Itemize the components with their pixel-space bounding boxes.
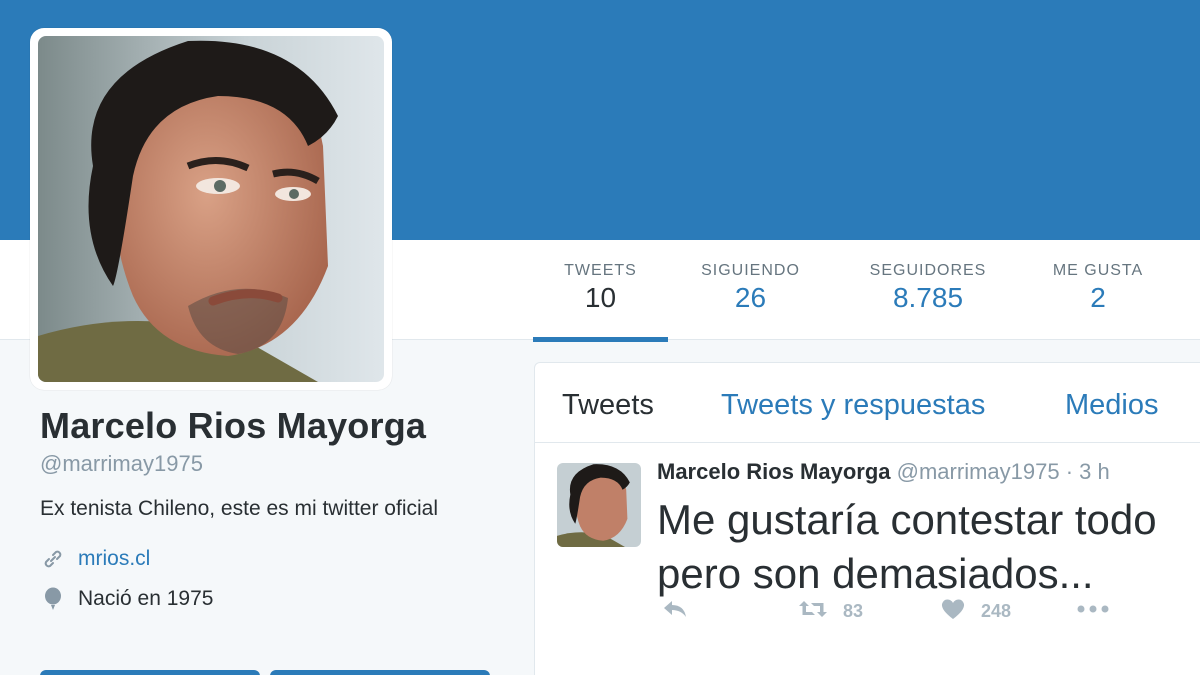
tweet-avatar[interactable] bbox=[557, 463, 641, 547]
stat-value: 26 bbox=[734, 282, 767, 313]
tweet-author-name[interactable]: Marcelo Rios Mayorga bbox=[657, 459, 891, 484]
timeline-tabs: Tweets Tweets y respuestas Medios bbox=[535, 363, 1200, 443]
retweet-count: 83 bbox=[843, 600, 864, 621]
stat-likes[interactable]: ME GUSTA 2 bbox=[1038, 250, 1158, 342]
stat-label: TWEETS bbox=[564, 262, 637, 279]
website-link[interactable]: mrios.cl bbox=[78, 547, 150, 571]
tweet-to-button[interactable] bbox=[40, 670, 260, 675]
retweet-icon bbox=[797, 597, 829, 626]
message-button[interactable] bbox=[270, 670, 490, 675]
tab-tweets[interactable]: Tweets bbox=[562, 389, 654, 422]
balloon-icon bbox=[40, 586, 66, 612]
timeline: Tweets Tweets y respuestas Medios Marcel… bbox=[534, 362, 1200, 675]
reply-icon bbox=[661, 597, 689, 626]
link-icon bbox=[40, 546, 66, 572]
stat-label: SIGUIENDO bbox=[701, 262, 800, 279]
stat-following[interactable]: SIGUIENDO 26 bbox=[683, 250, 818, 342]
profile-name[interactable]: Marcelo Rios Mayorga bbox=[40, 405, 510, 447]
tab-tweets-replies[interactable]: Tweets y respuestas bbox=[721, 389, 985, 422]
profile-bio: Ex tenista Chileno, este es mi twitter o… bbox=[40, 497, 438, 520]
tweet-actions: 83 248 bbox=[657, 593, 1200, 629]
avatar-photo bbox=[38, 36, 384, 382]
website-row: mrios.cl bbox=[40, 544, 510, 574]
heart-icon bbox=[939, 597, 967, 626]
tweet-author-handle[interactable]: @marrimay1975 bbox=[897, 459, 1060, 484]
retweet-button[interactable]: 83 bbox=[797, 593, 863, 629]
stat-tweets[interactable]: TWEETS 10 bbox=[533, 250, 668, 342]
birth-row: Nació en 1975 bbox=[40, 584, 510, 614]
birth-text: Nació en 1975 bbox=[78, 587, 214, 610]
stat-value: 8.785 bbox=[892, 282, 964, 313]
like-button[interactable]: 248 bbox=[939, 593, 1011, 629]
tab-media[interactable]: Medios bbox=[1065, 389, 1159, 422]
more-button[interactable] bbox=[1075, 593, 1111, 629]
tweet-header: Marcelo Rios Mayorga @marrimay1975 · 3 h bbox=[657, 459, 1110, 485]
stat-followers[interactable]: SEGUIDORES 8.785 bbox=[848, 250, 1008, 342]
like-count: 248 bbox=[981, 600, 1012, 621]
profile-card: Marcelo Rios Mayorga @marrimay1975 Ex te… bbox=[40, 405, 510, 614]
stat-label: ME GUSTA bbox=[1052, 262, 1144, 279]
tweet-text-line: Me gustaría contestar todo bbox=[657, 496, 1157, 543]
stat-value: 10 bbox=[584, 282, 617, 313]
more-icon bbox=[1075, 597, 1111, 626]
profile-avatar[interactable] bbox=[30, 28, 392, 390]
tweet-avatar-photo bbox=[557, 463, 641, 547]
tweet-timestamp[interactable]: · 3 h bbox=[1066, 459, 1110, 484]
reply-button[interactable] bbox=[661, 593, 689, 629]
stat-value: 2 bbox=[1090, 282, 1106, 313]
profile-handle[interactable]: @marrimay1975 bbox=[40, 451, 510, 477]
tweet-text: Me gustaría contestar todo pero son dema… bbox=[657, 493, 1157, 601]
tweet[interactable]: Marcelo Rios Mayorga @marrimay1975 · 3 h… bbox=[535, 443, 1200, 673]
stat-label: SEGUIDORES bbox=[869, 262, 987, 279]
